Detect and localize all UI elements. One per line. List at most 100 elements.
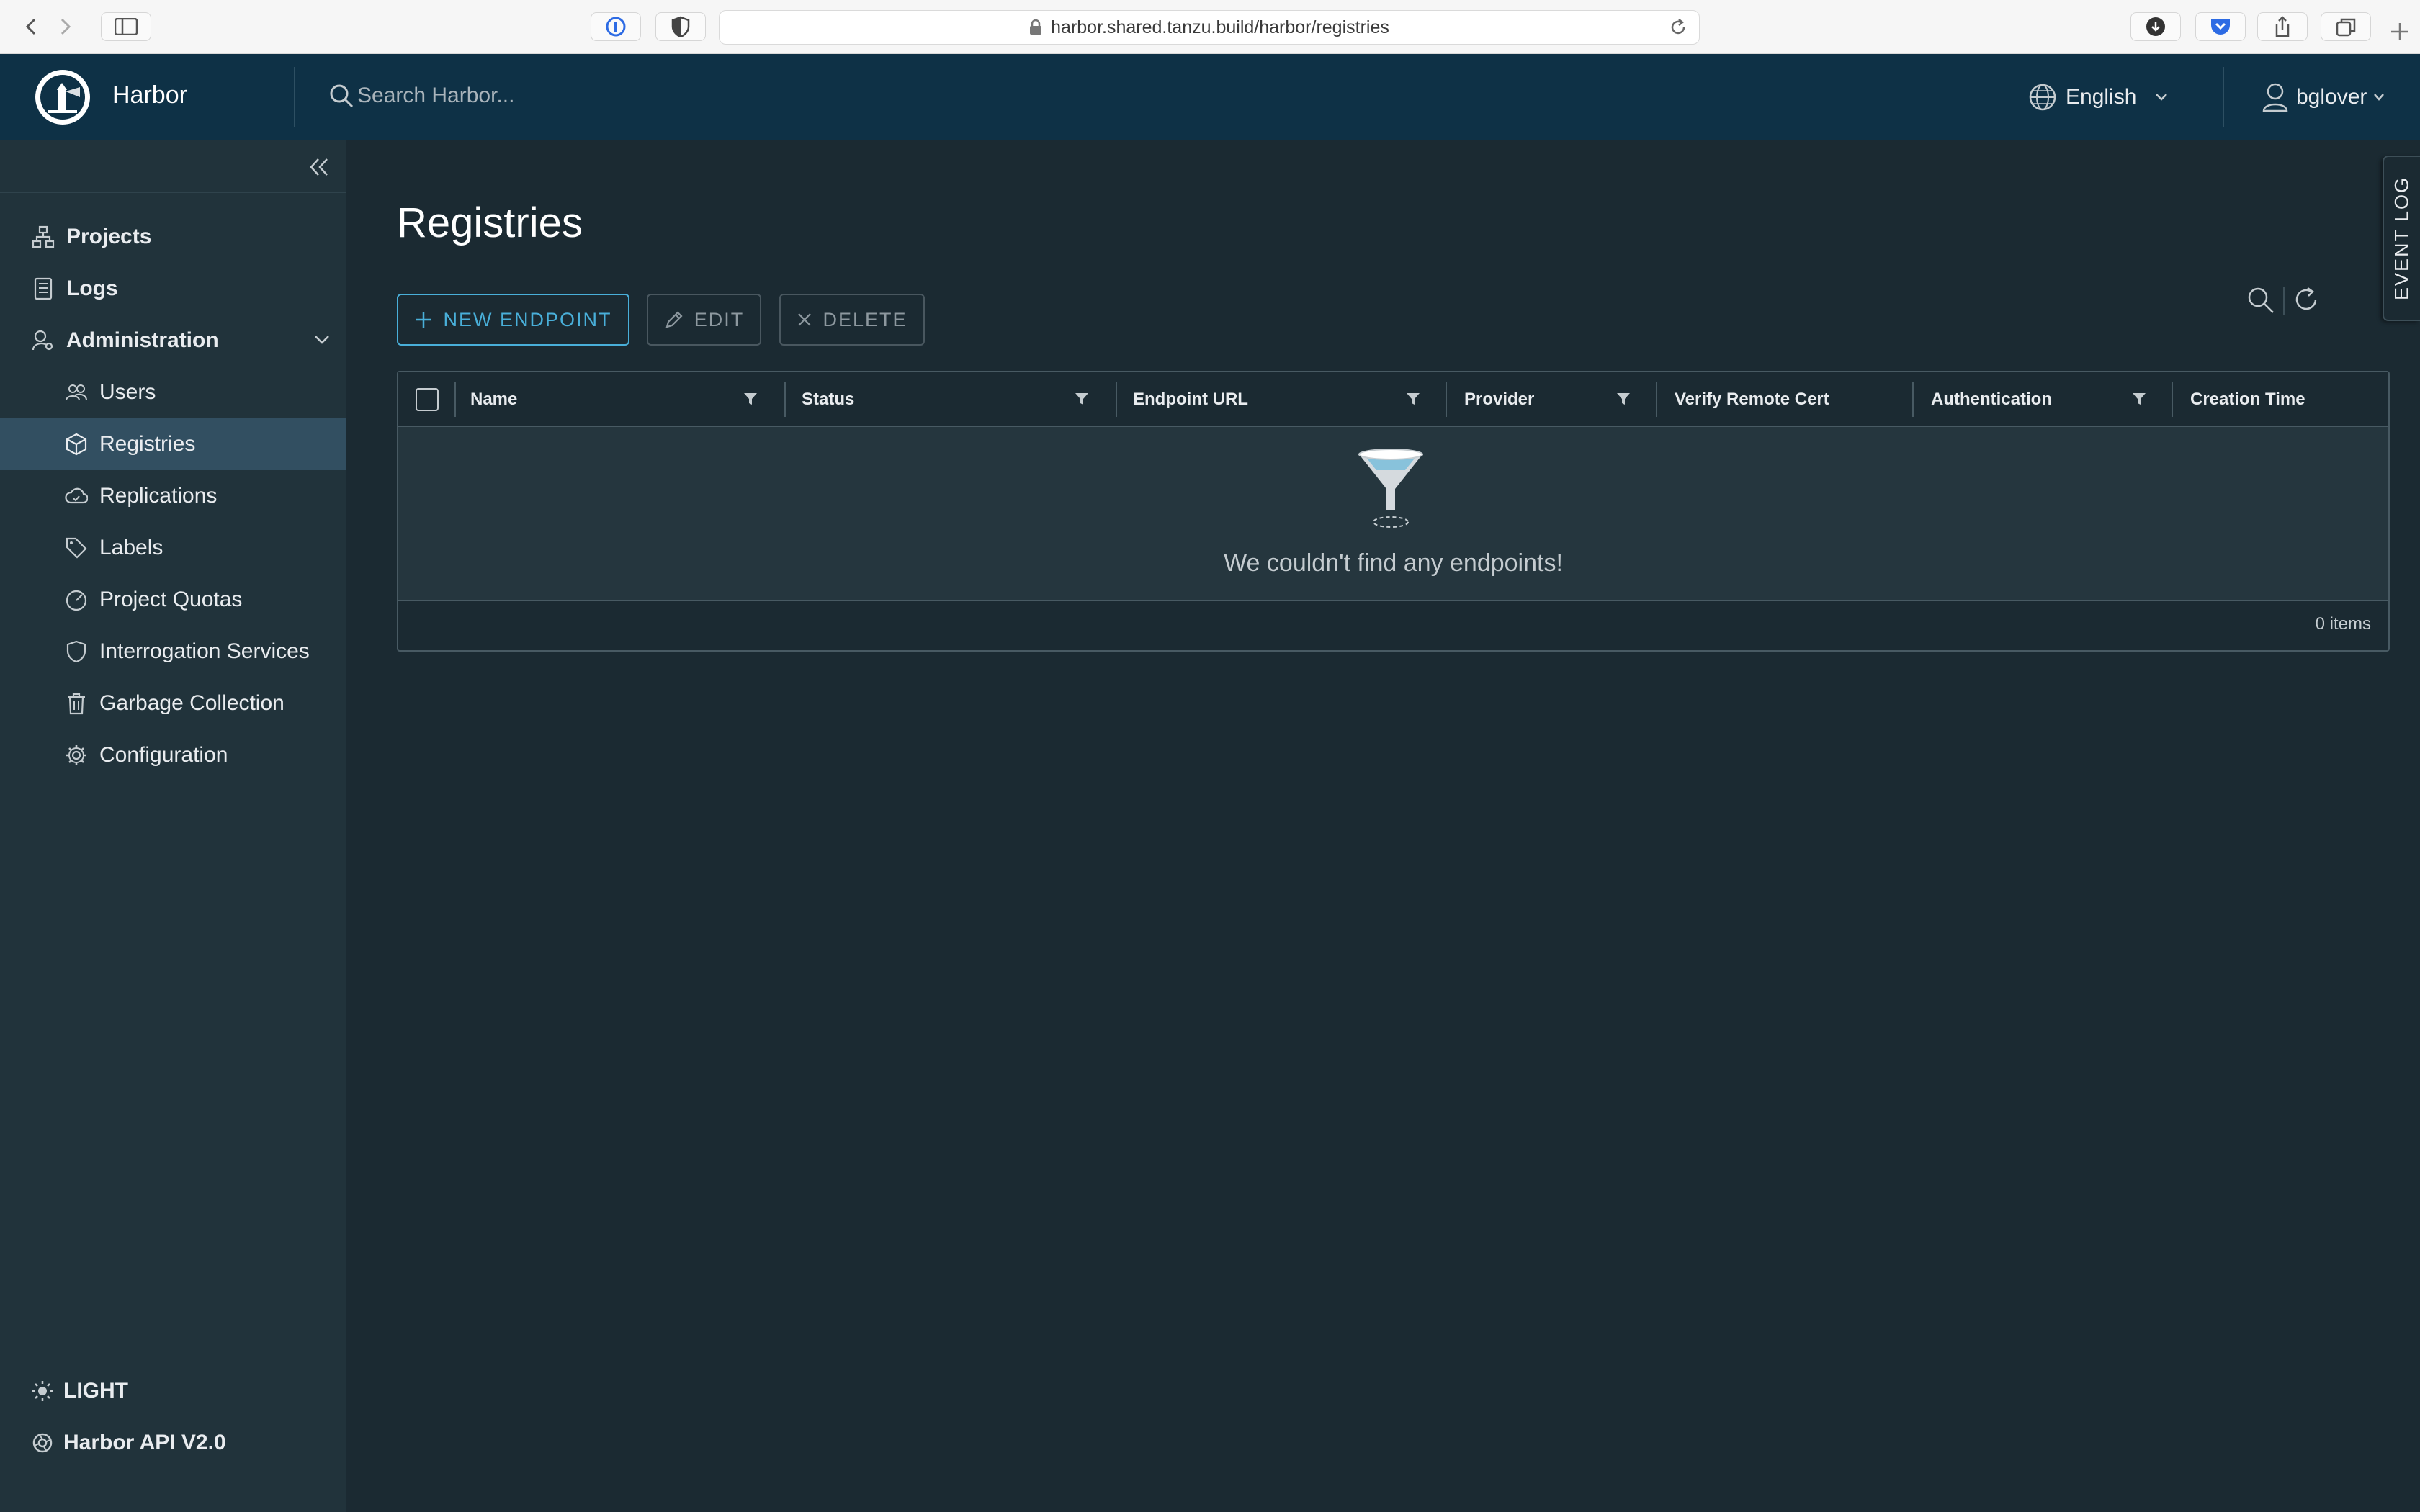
column-separator bbox=[1912, 382, 1914, 417]
plus-icon bbox=[416, 312, 432, 328]
sidebar-item-replications[interactable]: Replications bbox=[0, 470, 346, 522]
chevron-down-icon bbox=[315, 336, 329, 344]
harbor-api-link[interactable]: Harbor API V2.0 bbox=[32, 1431, 226, 1455]
gear-icon bbox=[66, 745, 86, 765]
column-header-status[interactable]: Status bbox=[802, 372, 854, 427]
tag-icon bbox=[66, 537, 87, 559]
new-endpoint-label: NEW ENDPOINT bbox=[443, 308, 612, 330]
column-header-provider[interactable]: Provider bbox=[1464, 372, 1534, 427]
address-bar[interactable]: harbor.shared.tanzu.build/harbor/registr… bbox=[719, 10, 1700, 45]
page-title: Registries bbox=[397, 199, 583, 246]
trash-icon bbox=[68, 693, 85, 715]
sidebar-item-labels[interactable]: Labels bbox=[0, 522, 346, 574]
user-menu[interactable]: bglover bbox=[2262, 80, 2385, 114]
filter-icon[interactable] bbox=[1405, 391, 1421, 407]
edit-button[interactable]: EDIT bbox=[647, 294, 761, 346]
empty-state-message: We couldn't find any endpoints! bbox=[1224, 549, 1563, 577]
filter-icon[interactable] bbox=[2131, 391, 2147, 407]
gauge-icon bbox=[66, 590, 87, 611]
sidebar-icon bbox=[115, 18, 138, 35]
chevron-down-icon bbox=[2374, 94, 2385, 101]
sidebar-toggle-button[interactable] bbox=[101, 12, 151, 41]
sidebar-item-configuration[interactable]: Configuration bbox=[0, 729, 346, 781]
delete-label: DELETE bbox=[823, 308, 908, 330]
filter-icon[interactable] bbox=[743, 391, 758, 407]
language-label: English bbox=[2066, 85, 2137, 109]
api-label: Harbor API V2.0 bbox=[63, 1431, 226, 1454]
new-tab-button[interactable] bbox=[2390, 22, 2410, 42]
column-header-endpoint-url[interactable]: Endpoint URL bbox=[1133, 372, 1248, 427]
users-icon bbox=[66, 384, 87, 401]
sidebar-item-label: Registries bbox=[99, 432, 196, 456]
sidebar-item-label: Replications bbox=[99, 484, 218, 508]
harbor-logo[interactable] bbox=[34, 68, 91, 126]
app-title[interactable]: Harbor bbox=[112, 81, 187, 109]
edit-label: EDIT bbox=[694, 308, 745, 330]
pocket-button[interactable] bbox=[2195, 12, 2246, 41]
projects-icon bbox=[32, 225, 55, 248]
replications-icon bbox=[65, 487, 88, 504]
collapse-sidebar-icon[interactable] bbox=[307, 156, 333, 178]
column-header-authentication[interactable]: Authentication bbox=[1931, 372, 2052, 427]
sidebar-item-label: Garbage Collection bbox=[99, 691, 284, 715]
sidebar-item-label: Configuration bbox=[99, 743, 228, 767]
sidebar-item-label: Project Quotas bbox=[99, 588, 243, 611]
language-selector[interactable]: English bbox=[2028, 80, 2168, 114]
header-divider bbox=[2223, 67, 2224, 127]
new-endpoint-button[interactable]: NEW ENDPOINT bbox=[397, 294, 629, 346]
password-extension-button[interactable] bbox=[591, 12, 641, 41]
sidebar-divider bbox=[0, 192, 346, 193]
filter-icon[interactable] bbox=[1615, 391, 1631, 407]
header-divider bbox=[294, 67, 295, 127]
sidebar-item-projects[interactable]: Projects bbox=[0, 211, 346, 263]
close-icon bbox=[798, 313, 812, 326]
share-button[interactable] bbox=[2257, 12, 2308, 41]
sidebar-item-interrogation-services[interactable]: Interrogation Services bbox=[0, 626, 346, 678]
refresh-icon[interactable] bbox=[2292, 285, 2321, 314]
registries-icon bbox=[66, 433, 87, 456]
downloads-button[interactable] bbox=[2130, 12, 2181, 41]
sun-icon bbox=[32, 1381, 53, 1401]
global-search-input[interactable] bbox=[357, 76, 861, 116]
column-header-name[interactable]: Name bbox=[470, 372, 517, 427]
sidebar-item-administration[interactable]: Administration bbox=[0, 315, 346, 366]
column-separator bbox=[784, 382, 786, 417]
table-footer: 0 items bbox=[398, 600, 2388, 650]
sidebar-item-registries[interactable]: Registries bbox=[0, 418, 346, 470]
sidebar-item-label: Interrogation Services bbox=[99, 639, 310, 663]
pocket-icon bbox=[2211, 19, 2230, 35]
logs-icon bbox=[34, 277, 53, 300]
sidebar-item-label: Labels bbox=[99, 536, 163, 559]
sidebar-item-users[interactable]: Users bbox=[0, 366, 346, 418]
filter-icon[interactable] bbox=[1074, 391, 1090, 407]
event-log-label: EVENT LOG bbox=[2390, 176, 2413, 301]
column-separator bbox=[1116, 382, 1117, 417]
chevron-down-icon bbox=[2156, 94, 2168, 101]
sidebar-item-label: Users bbox=[99, 380, 156, 404]
user-icon bbox=[2262, 83, 2288, 112]
select-all-checkbox[interactable] bbox=[416, 388, 439, 411]
browser-chrome: harbor.shared.tanzu.build/harbor/registr… bbox=[0, 0, 2420, 54]
api-icon bbox=[32, 1433, 53, 1453]
sidebar-item-label: Logs bbox=[66, 276, 118, 300]
sidebar-item-label: Administration bbox=[66, 328, 219, 352]
privacy-extension-button[interactable] bbox=[655, 12, 706, 41]
delete-button[interactable]: DELETE bbox=[779, 294, 925, 346]
sidebar-item-garbage-collection[interactable]: Garbage Collection bbox=[0, 678, 346, 729]
sidebar-item-logs[interactable]: Logs bbox=[0, 263, 346, 315]
tabs-button[interactable] bbox=[2321, 12, 2371, 41]
theme-toggle[interactable]: LIGHT bbox=[32, 1379, 128, 1403]
column-header-verify-remote-cert[interactable]: Verify Remote Cert bbox=[1675, 372, 1829, 427]
globe-icon bbox=[2029, 84, 2056, 111]
column-header-creation-time[interactable]: Creation Time bbox=[2190, 372, 2305, 427]
reload-icon[interactable] bbox=[1669, 18, 1688, 37]
column-separator bbox=[1446, 382, 1447, 417]
column-separator bbox=[2172, 382, 2173, 417]
endpoints-table: Name Status Endpoint URL Provider Verify… bbox=[397, 371, 2390, 652]
shield-half-icon bbox=[671, 16, 690, 37]
event-log-tab[interactable]: EVENT LOG bbox=[2383, 156, 2420, 321]
forward-button[interactable] bbox=[49, 12, 82, 41]
search-icon[interactable] bbox=[2246, 285, 2276, 315]
back-button[interactable] bbox=[14, 12, 48, 41]
sidebar-item-project-quotas[interactable]: Project Quotas bbox=[0, 574, 346, 626]
